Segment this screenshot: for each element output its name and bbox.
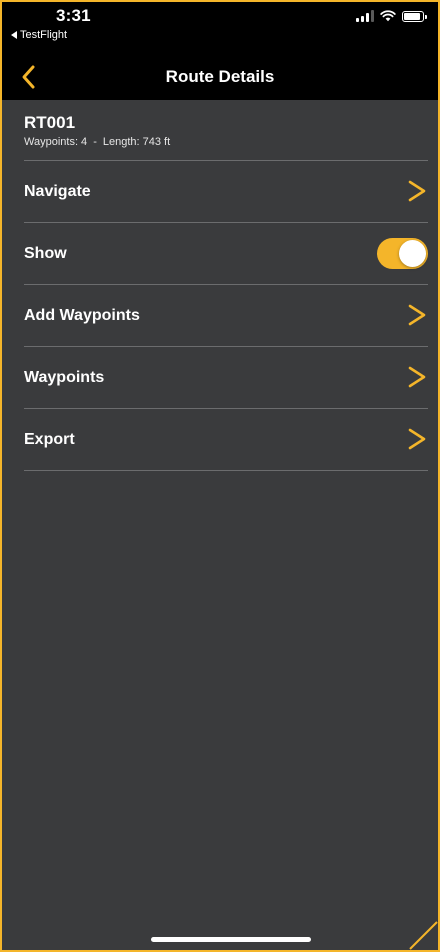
- route-waypoint-count: Waypoints: 4: [24, 136, 88, 148]
- show-row: Show: [2, 223, 438, 284]
- toggle-knob: [399, 240, 426, 267]
- route-summary: RT001 Waypoints: 4- Length: 743 ft: [2, 100, 438, 160]
- navigate-row[interactable]: Navigate: [2, 161, 438, 222]
- chevron-right-icon: [408, 180, 426, 202]
- page-title: Route Details: [165, 67, 275, 86]
- show-toggle[interactable]: [377, 238, 428, 269]
- route-meta: Waypoints: 4- Length: 743 ft: [24, 136, 170, 148]
- route-name: RT001: [24, 113, 76, 132]
- route-length: Length: 743 ft: [102, 136, 171, 148]
- navigate-label: Navigate: [24, 183, 91, 200]
- divider: [24, 470, 428, 471]
- chevron-right-icon: [408, 428, 426, 450]
- status-bar: 3:31 TestFlight: [2, 2, 438, 54]
- export-row[interactable]: Export: [2, 409, 438, 470]
- route-details-content: RT001 Waypoints: 4- Length: 743 ft Naviga…: [2, 100, 438, 950]
- back-app-label: TestFlight: [20, 29, 68, 41]
- show-label: Show: [24, 245, 67, 262]
- corner-accent-icon: [409, 921, 438, 950]
- back-triangle-icon: [11, 31, 17, 39]
- back-to-app-link[interactable]: TestFlight: [11, 29, 67, 41]
- chevron-right-icon: [408, 304, 426, 326]
- route-meta-separator: -: [93, 136, 97, 148]
- nav-bar: Route Details: [2, 54, 438, 100]
- app-screen: 3:31 TestFlight Route Details RT001 Wayp…: [0, 0, 440, 952]
- chevron-right-icon: [408, 366, 426, 388]
- status-time: 3:31: [56, 6, 91, 25]
- wifi-icon: [380, 10, 396, 22]
- top-chrome: 3:31 TestFlight Route Details: [2, 2, 438, 100]
- home-indicator[interactable]: [151, 937, 311, 942]
- status-icons: [356, 10, 427, 22]
- waypoints-label: Waypoints: [24, 369, 105, 386]
- export-label: Export: [24, 431, 75, 448]
- add-waypoints-row[interactable]: Add Waypoints: [2, 285, 438, 346]
- cellular-signal-icon: [356, 10, 374, 22]
- battery-icon: [402, 10, 427, 22]
- waypoints-row[interactable]: Waypoints: [2, 347, 438, 408]
- add-waypoints-label: Add Waypoints: [24, 307, 140, 324]
